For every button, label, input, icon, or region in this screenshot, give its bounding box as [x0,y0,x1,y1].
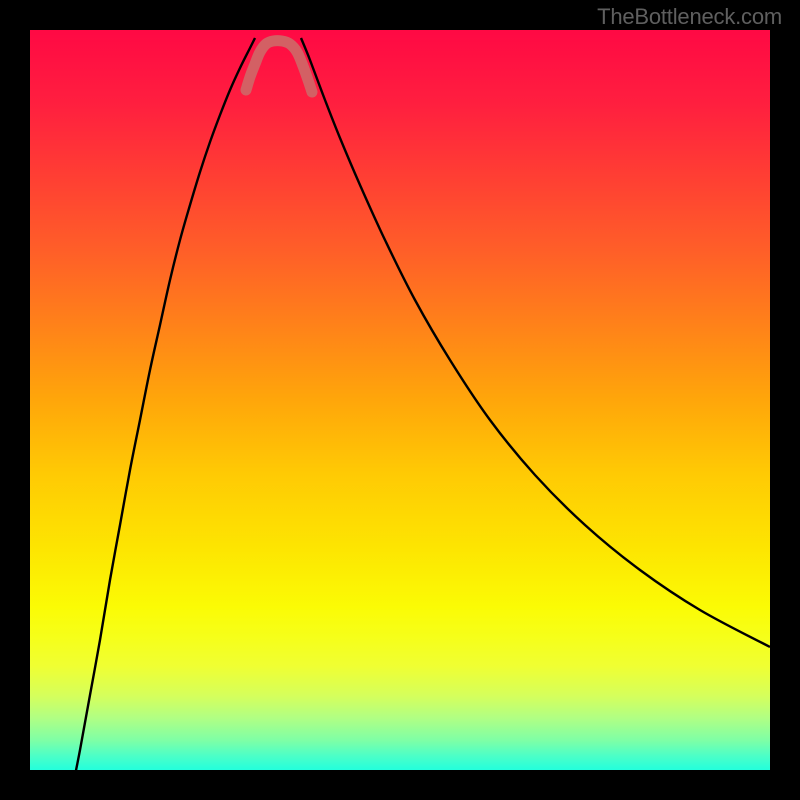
plot-area [30,30,770,770]
watermark-text: TheBottleneck.com [597,4,782,30]
chart-frame: TheBottleneck.com [0,0,800,800]
series-left-curve [72,38,255,770]
series-right-curve [301,38,770,647]
curve-layer [30,30,770,770]
series-trough-red [246,41,312,92]
